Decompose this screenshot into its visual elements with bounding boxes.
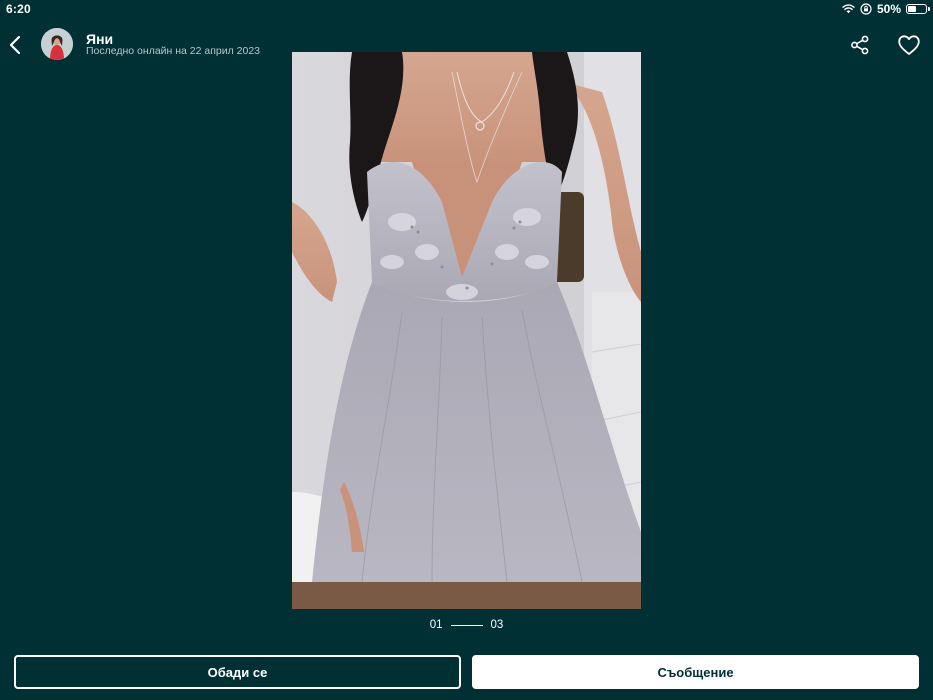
battery-level [908,6,917,12]
message-button[interactable]: Съобщение [472,655,919,689]
orientation-lock-icon [860,3,872,15]
avatar[interactable] [41,28,73,60]
listing-gallery-screen: 6:20 50% Яни Последно онлайн на 22 април… [0,0,933,700]
heart-icon [898,35,920,55]
listing-photo[interactable] [292,52,641,609]
share-button[interactable] [849,34,871,56]
pager-current: 01 [429,619,443,631]
favorite-button[interactable] [897,34,921,56]
status-bar: 6:20 50% [0,0,933,18]
call-button[interactable]: Обади се [14,655,461,689]
pager-total: 03 [490,619,504,631]
chevron-left-icon [9,35,21,55]
status-time: 6:20 [6,2,31,16]
wifi-icon [842,4,855,14]
status-indicators: 50% [842,2,930,16]
pager-divider [450,624,483,626]
battery-percent: 50% [876,2,901,16]
gallery-pager: 01 03 [0,619,933,631]
back-button[interactable] [4,32,26,58]
last-online-text: Последно онлайн на 22 април 2023 [86,45,261,57]
share-icon [851,35,869,55]
battery-icon [906,4,930,14]
